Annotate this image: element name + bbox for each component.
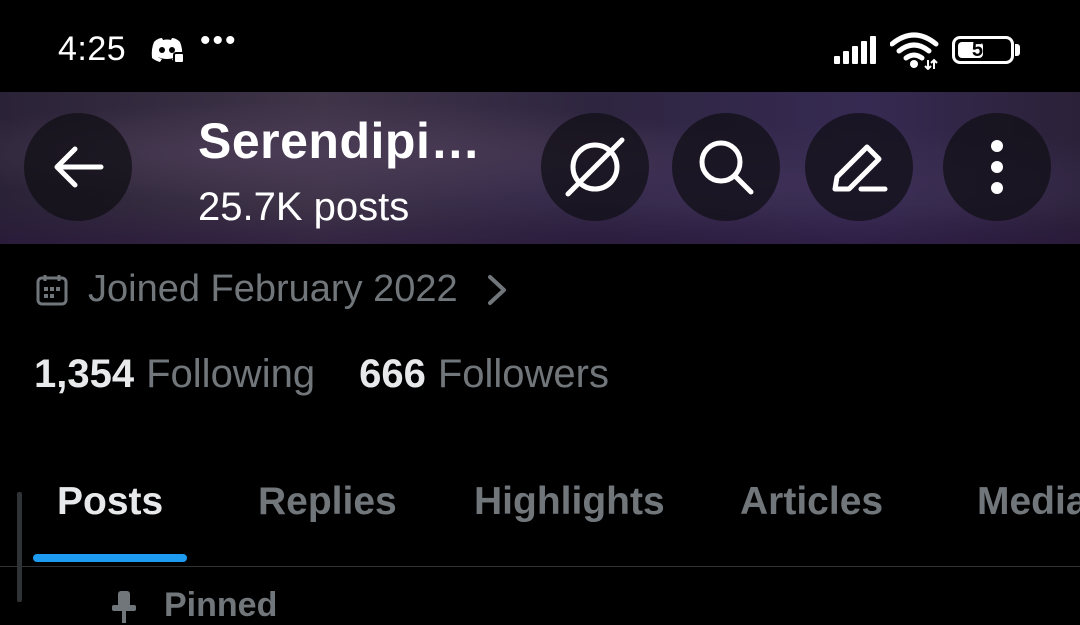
tab-highlights[interactable]: Highlights [474,480,665,524]
grok-icon [565,137,625,197]
wifi-icon [889,32,940,75]
pin-icon [112,590,136,623]
search-button[interactable] [672,113,780,221]
calendar-icon [36,274,68,305]
edit-pencil-icon [832,144,888,192]
tab-posts[interactable]: Posts [57,480,163,524]
battery-nub [1015,44,1020,56]
pinned-label-row: Pinned [110,586,277,625]
tab-articles[interactable]: Articles [740,480,883,524]
discord-notification-icon [150,36,185,69]
scroll-indicator [17,492,22,602]
tab-media[interactable]: Media [977,480,1080,524]
joined-date-row[interactable]: Joined February 2022 [36,268,508,311]
following-label: Following [146,352,316,396]
following-count: 1,354 [34,352,135,396]
following-link[interactable]: 1,354 Following [34,352,315,397]
active-tab-indicator [33,554,187,562]
more-vertical-icon [991,140,1003,194]
back-arrow-icon [54,146,104,188]
posts-count: 25.7K posts [198,185,410,229]
follow-stats: 1,354 Following 666 Followers [34,352,609,397]
followers-count: 666 [359,352,426,396]
grok-button[interactable] [541,113,649,221]
status-time: 4:25 [58,30,127,68]
tab-replies[interactable]: Replies [258,480,397,524]
cell-signal-icon [834,36,880,69]
profile-name: Serendipi… [198,113,481,169]
followers-label: Followers [437,352,609,396]
profile-tabs: Posts Replies Highlights Articles Media [0,470,1080,567]
pinned-text: Pinned [164,586,278,624]
battery-level: 50 [971,38,995,61]
battery-icon: 50 [952,36,1014,64]
followers-link[interactable]: 666 Followers [359,352,609,397]
search-icon [699,140,754,195]
back-button[interactable] [24,113,132,221]
status-bar: 4:25 ••• 50 [0,0,1080,92]
joined-date-text: Joined February 2022 [88,268,458,310]
profile-header: Serendipi… 25.7K posts [0,92,1080,244]
more-notifications-icon: ••• [200,24,238,57]
edit-button[interactable] [805,113,913,221]
more-options-button[interactable] [943,113,1051,221]
chevron-right-icon [487,274,506,305]
